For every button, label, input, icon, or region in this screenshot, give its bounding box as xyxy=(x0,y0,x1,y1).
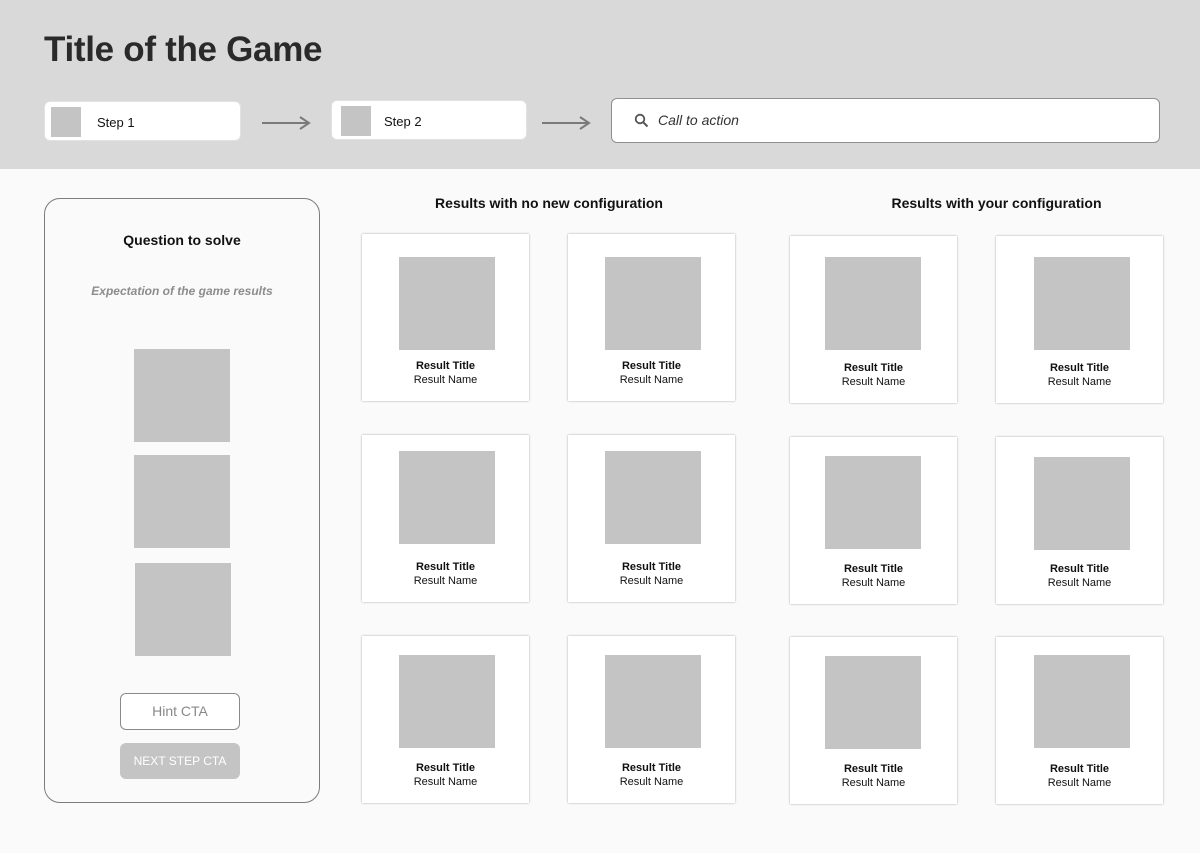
arrow-right-icon xyxy=(262,116,311,130)
next-step-button[interactable]: NEXT STEP CTA xyxy=(120,743,240,779)
result-title: Result Title xyxy=(843,362,904,374)
step-2-card[interactable]: Step 2 xyxy=(331,100,527,140)
result-name: Result Name xyxy=(413,776,478,788)
result-title: Result Title xyxy=(415,762,476,774)
result-title: Result Title xyxy=(1049,563,1110,575)
result-name: Result Name xyxy=(841,376,906,388)
result-card[interactable]: Result Title Result Name xyxy=(362,435,529,602)
result-image xyxy=(399,451,495,544)
result-title: Result Title xyxy=(621,561,682,573)
results-default-heading: Results with no new configuration xyxy=(435,195,663,211)
call-to-action-input[interactable]: Call to action xyxy=(611,98,1160,143)
result-card[interactable]: Result Title Result Name xyxy=(568,234,735,401)
result-name: Result Name xyxy=(1047,777,1112,789)
result-image xyxy=(605,257,701,350)
step-2-label: Step 2 xyxy=(384,114,422,129)
arrow-right-icon xyxy=(542,116,591,130)
result-card[interactable]: Result Title Result Name xyxy=(362,234,529,401)
result-name: Result Name xyxy=(619,575,684,587)
answer-option-image[interactable] xyxy=(134,349,230,442)
result-image xyxy=(1034,257,1130,350)
step-2-thumbnail xyxy=(341,106,371,136)
result-title: Result Title xyxy=(621,360,682,372)
header-bar: Title of the Game Step 1 Step 2 Call to … xyxy=(0,0,1200,169)
result-title: Result Title xyxy=(1049,763,1110,775)
result-title: Result Title xyxy=(621,762,682,774)
result-title: Result Title xyxy=(1049,362,1110,374)
hint-button[interactable]: Hint CTA xyxy=(120,693,240,730)
result-title: Result Title xyxy=(843,563,904,575)
results-config-heading: Results with your configuration xyxy=(891,195,1102,211)
result-image xyxy=(1034,655,1130,748)
question-panel: Question to solve Expectation of the gam… xyxy=(44,198,320,803)
result-card[interactable]: Result Title Result Name xyxy=(362,636,529,803)
step-1-thumbnail xyxy=(51,107,81,137)
answer-option-image[interactable] xyxy=(135,563,231,656)
result-image xyxy=(605,655,701,748)
result-image xyxy=(605,451,701,544)
result-name: Result Name xyxy=(619,776,684,788)
result-card[interactable]: Result Title Result Name xyxy=(568,435,735,602)
result-card[interactable]: Result Title Result Name xyxy=(996,637,1163,804)
result-card[interactable]: Result Title Result Name xyxy=(996,437,1163,604)
step-1-card[interactable]: Step 1 xyxy=(44,101,241,141)
result-image xyxy=(825,656,921,749)
result-card[interactable]: Result Title Result Name xyxy=(790,637,957,804)
search-icon xyxy=(634,113,649,128)
game-title: Title of the Game xyxy=(44,30,323,69)
result-image xyxy=(399,655,495,748)
result-image xyxy=(399,257,495,350)
question-title: Question to solve xyxy=(123,232,241,248)
result-name: Result Name xyxy=(413,575,478,587)
step-1-label: Step 1 xyxy=(97,115,135,130)
result-card[interactable]: Result Title Result Name xyxy=(790,236,957,403)
result-title: Result Title xyxy=(415,561,476,573)
result-title: Result Title xyxy=(843,763,904,775)
result-title: Result Title xyxy=(415,360,476,372)
call-to-action-placeholder: Call to action xyxy=(658,112,739,128)
result-image xyxy=(825,456,921,549)
question-subtitle: Expectation of the game results xyxy=(91,284,273,298)
result-card[interactable]: Result Title Result Name xyxy=(790,437,957,604)
result-card[interactable]: Result Title Result Name xyxy=(568,636,735,803)
result-name: Result Name xyxy=(413,374,478,386)
result-name: Result Name xyxy=(1047,577,1112,589)
result-name: Result Name xyxy=(1047,376,1112,388)
result-name: Result Name xyxy=(841,777,906,789)
result-card[interactable]: Result Title Result Name xyxy=(996,236,1163,403)
answer-option-image[interactable] xyxy=(134,455,230,548)
result-image xyxy=(825,257,921,350)
result-image xyxy=(1034,457,1130,550)
result-name: Result Name xyxy=(619,374,684,386)
result-name: Result Name xyxy=(841,577,906,589)
